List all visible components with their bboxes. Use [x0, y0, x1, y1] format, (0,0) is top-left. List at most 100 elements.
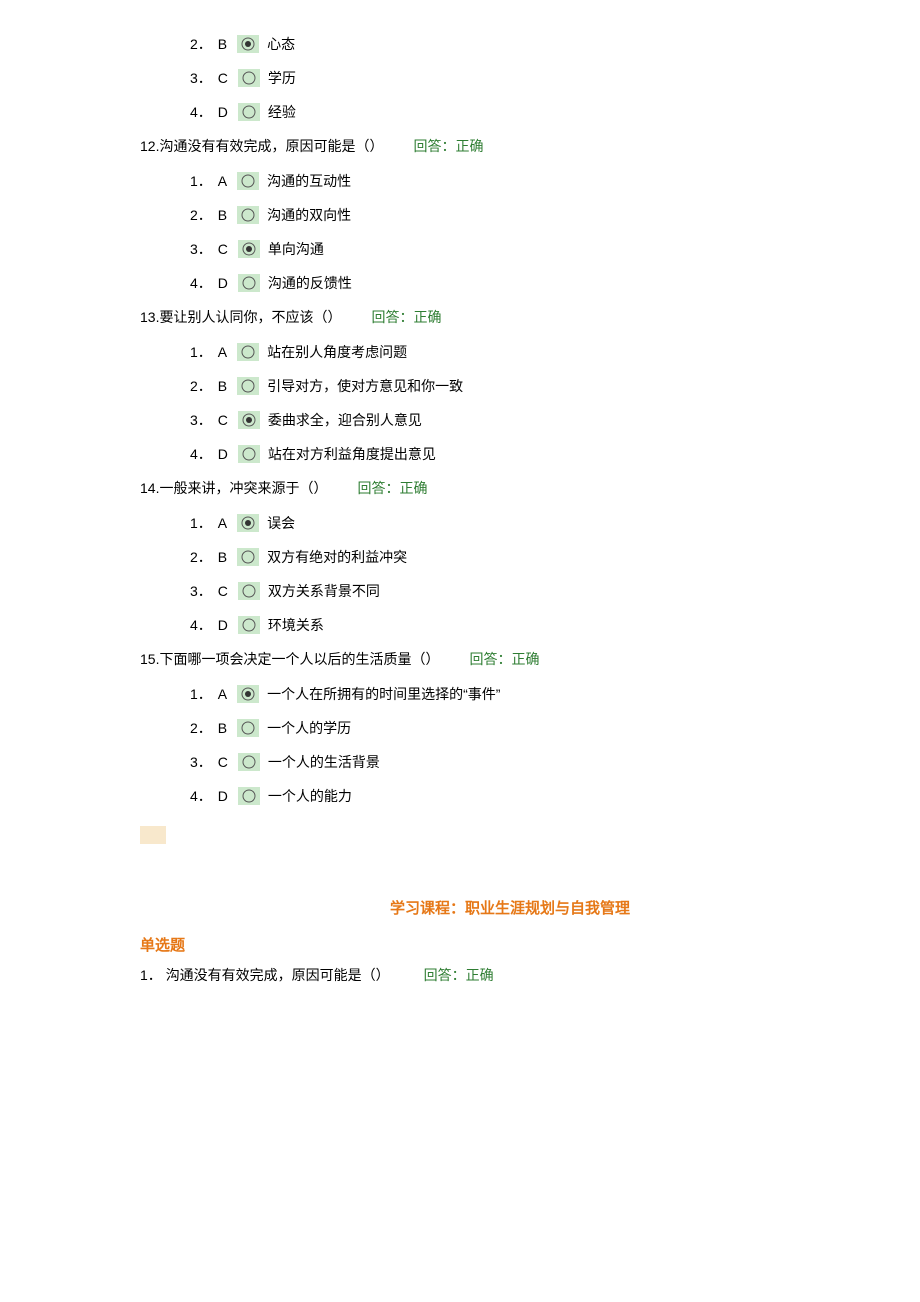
radio-icon[interactable]	[237, 343, 259, 361]
option-number: 2．	[190, 376, 212, 396]
radio-icon[interactable]	[238, 240, 260, 258]
option-letter: A	[218, 173, 227, 189]
option-number: 3．	[190, 410, 212, 430]
option-text: 双方关系背景不同	[268, 581, 380, 601]
option-item: 2．B沟通的双向性	[190, 205, 880, 225]
questions-container: 12.沟通没有有效完成，原因可能是（）回答：正确1．A沟通的互动性2．B沟通的双…	[140, 136, 880, 806]
option-text: 学历	[268, 68, 296, 88]
option-letter: D	[218, 446, 228, 462]
options-list: 1． A 一个人在所拥有的时间里选择的“事件” 2． B 一个人的学历 3． C 一个人的生活背…	[140, 684, 880, 806]
option-letter: D	[218, 104, 228, 120]
option-number: 2．	[190, 205, 212, 225]
question-number: 1．	[140, 967, 162, 983]
radio-icon[interactable]	[238, 616, 260, 634]
radio-icon[interactable]	[238, 582, 260, 600]
option-item: 3． C 学历	[190, 68, 880, 88]
question-stem: 15.下面哪一项会决定一个人以后的生活质量（）回答：正确	[140, 649, 880, 670]
option-number: 4．	[190, 615, 212, 635]
option-letter: C	[218, 583, 228, 599]
option-letter: B	[218, 720, 227, 736]
radio-icon[interactable]	[237, 719, 259, 737]
option-letter: B	[218, 378, 227, 394]
option-letter: D	[218, 788, 228, 804]
option-item: 1．A误会	[190, 513, 880, 533]
option-number: 3．	[190, 68, 212, 88]
option-text: 双方有绝对的利益冲突	[267, 547, 407, 567]
answer-status: 回答：正确	[469, 651, 539, 667]
radio-icon[interactable]	[237, 35, 259, 53]
answer-status: 回答：正确	[357, 480, 427, 496]
option-item: 4． D 站在对方利益角度提出意见	[190, 444, 880, 464]
option-text: 一个人的能力	[268, 786, 352, 806]
option-text: 一个人在所拥有的时间里选择的“事件”	[267, 684, 500, 704]
option-item: 2． B 引导对方，使对方意见和你一致	[190, 376, 880, 396]
option-number: 4．	[190, 786, 212, 806]
radio-icon[interactable]	[237, 377, 259, 395]
answer-status: 回答：正确	[424, 967, 494, 983]
section-header: 单选题	[140, 934, 880, 955]
option-letter: B	[218, 207, 227, 223]
option-text: 环境关系	[268, 615, 324, 635]
option-text: 委曲求全，迎合别人意见	[268, 410, 422, 430]
option-text: 站在对方利益角度提出意见	[268, 444, 436, 464]
option-letter: D	[218, 275, 228, 291]
option-number: 3．	[190, 752, 212, 772]
radio-icon[interactable]	[237, 548, 259, 566]
radio-icon[interactable]	[238, 445, 260, 463]
option-item: 2． B 双方有绝对的利益冲突	[190, 547, 880, 567]
option-number: 3．	[190, 581, 212, 601]
option-letter: C	[218, 754, 228, 770]
option-item: 2．B心态	[190, 34, 880, 54]
option-number: 3．	[190, 239, 212, 259]
option-letter: C	[218, 412, 228, 428]
option-item: 3． C 一个人的生活背景	[190, 752, 880, 772]
option-item: 1． A 一个人在所拥有的时间里选择的“事件”	[190, 684, 880, 704]
question-stem: 14.一般来讲，冲突来源于（）回答：正确	[140, 478, 880, 499]
option-item: 3．C单向沟通	[190, 239, 880, 259]
answer-status: 回答：正确	[413, 138, 483, 154]
radio-icon[interactable]	[238, 274, 260, 292]
course-title: 学习课程：职业生涯规划与自我管理	[140, 897, 880, 918]
question-number: 12.	[140, 138, 159, 154]
option-item: 4．D沟通的反馈性	[190, 273, 880, 293]
option-text: 一个人的生活背景	[268, 752, 380, 772]
option-number: 4．	[190, 444, 212, 464]
options-list: 1．A误会 2． B 双方有绝对的利益冲突 3． C 双方关系背景不同 4． D 环境关系	[140, 513, 880, 635]
option-item: 1．A站在别人角度考虑问题	[190, 342, 880, 362]
radio-icon[interactable]	[238, 69, 260, 87]
radio-icon[interactable]	[237, 206, 259, 224]
question-number: 13.	[140, 309, 159, 325]
question-text: 下面哪一项会决定一个人以后的生活质量（）	[159, 651, 439, 667]
option-letter: B	[218, 549, 227, 565]
radio-icon[interactable]	[237, 514, 259, 532]
option-text: 引导对方，使对方意见和你一致	[267, 376, 463, 396]
radio-icon[interactable]	[237, 172, 259, 190]
radio-icon[interactable]	[238, 787, 260, 805]
options-list: 1．A沟通的互动性2．B沟通的双向性3．C单向沟通4．D沟通的反馈性	[140, 171, 880, 293]
option-number: 2．	[190, 34, 212, 54]
option-letter: D	[218, 617, 228, 633]
option-number: 4．	[190, 273, 212, 293]
question-text: 沟通没有有效完成，原因可能是（）	[159, 138, 383, 154]
question-text: 要让别人认同你，不应该（）	[159, 309, 341, 325]
options-list: 1．A站在别人角度考虑问题 2． B 引导对方，使对方意见和你一致 3． C 委曲求全，迎合…	[140, 342, 880, 464]
radio-icon[interactable]	[237, 685, 259, 703]
question-stem: 1． 沟通没有有效完成，原因可能是（） 回答：正确	[140, 965, 880, 986]
option-item: 4． D 一个人的能力	[190, 786, 880, 806]
option-number: 2．	[190, 547, 212, 567]
option-letter: C	[218, 70, 228, 86]
option-number: 1．	[190, 684, 212, 704]
option-text: 一个人的学历	[267, 718, 351, 738]
radio-icon[interactable]	[238, 753, 260, 771]
radio-icon[interactable]	[238, 411, 260, 429]
option-number: 2．	[190, 718, 212, 738]
option-letter: C	[218, 241, 228, 257]
option-letter: A	[218, 686, 227, 702]
option-letter: A	[218, 344, 227, 360]
option-letter: B	[218, 36, 227, 52]
option-item: 1．A沟通的互动性	[190, 171, 880, 191]
question-text: 一般来讲，冲突来源于（）	[159, 480, 327, 496]
radio-icon[interactable]	[238, 103, 260, 121]
question-stem: 13.要让别人认同你，不应该（）回答：正确	[140, 307, 880, 328]
decorative-box	[140, 826, 166, 844]
